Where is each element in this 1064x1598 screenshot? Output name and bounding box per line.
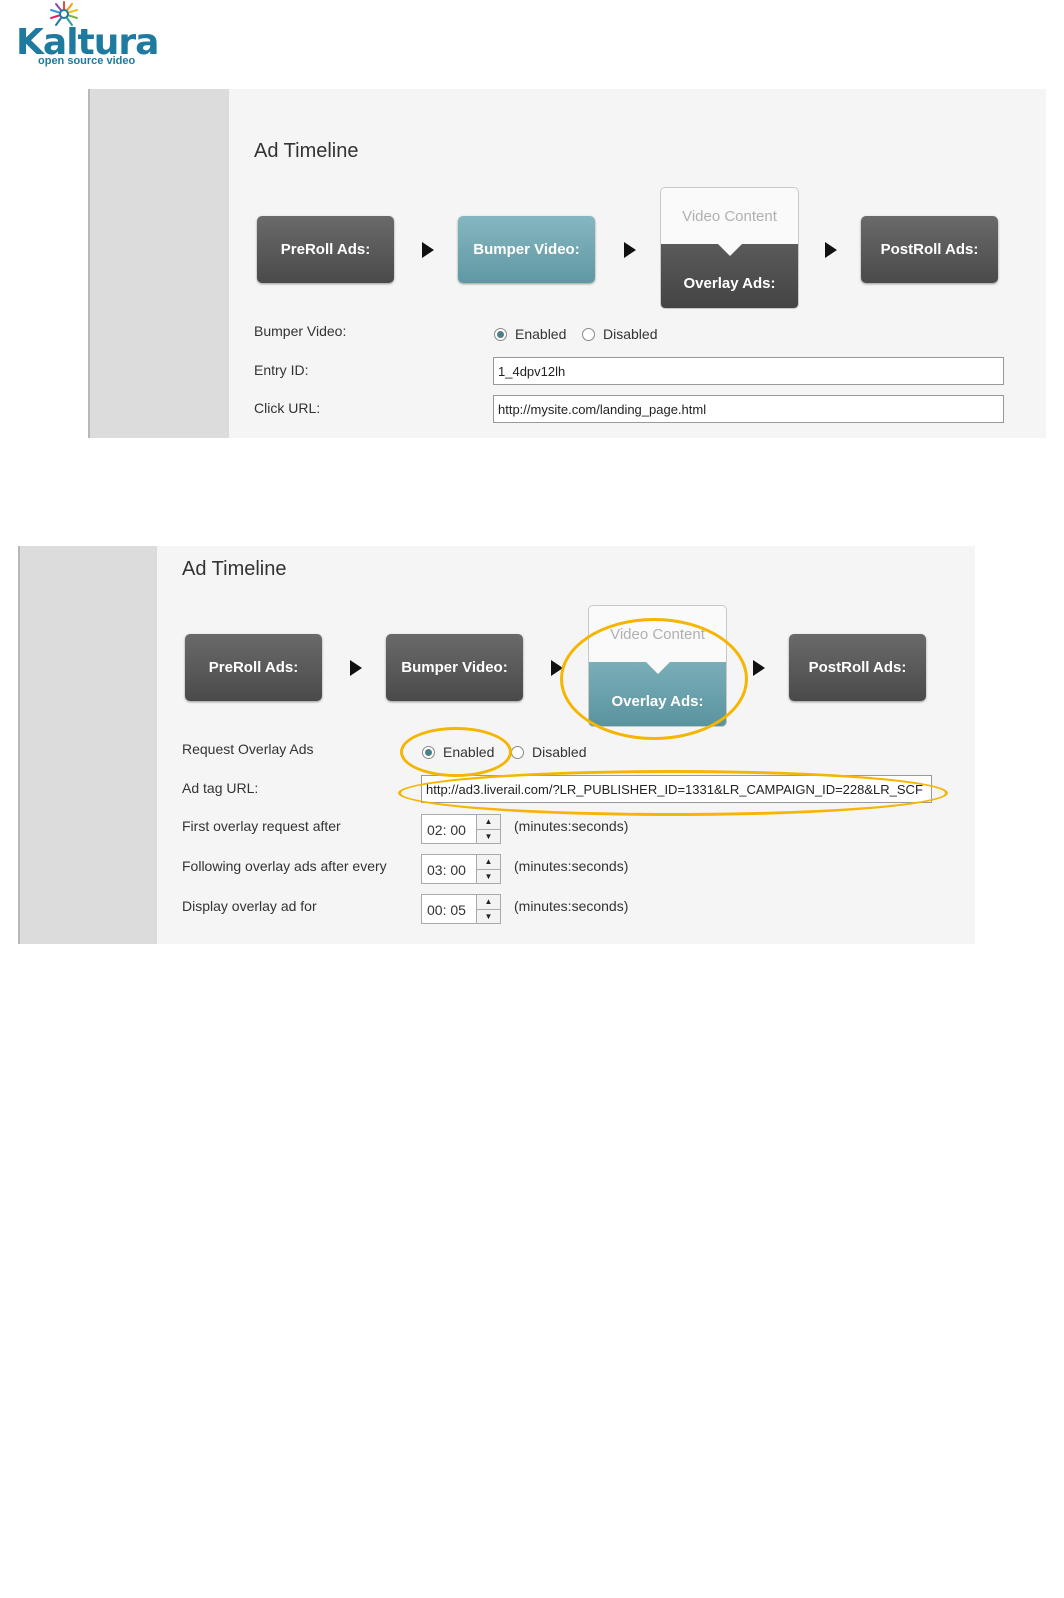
bumper-video-label: Bumper Video: (254, 323, 347, 339)
video-content-label: Video Content (610, 626, 705, 643)
preroll-ads-box[interactable]: PreRoll Ads: (185, 634, 322, 701)
panel-heading: Ad Timeline (182, 558, 287, 580)
first-overlay-label: First overlay request after (182, 818, 341, 834)
radio-label: Disabled (603, 326, 658, 342)
display-overlay-label: Display overlay ad for (182, 898, 317, 914)
stepper-down-icon[interactable]: ▼ (477, 828, 500, 844)
radio-unselected-icon (511, 745, 524, 759)
kaltura-logo: Kaltura open source video (14, 0, 159, 72)
unit-label: (minutes:seconds) (514, 858, 629, 874)
bumper-disabled-radio[interactable]: Disabled (582, 326, 657, 342)
radio-label: Enabled (443, 744, 495, 760)
stepper-up-icon[interactable]: ▲ (477, 855, 500, 869)
following-overlay-label: Following overlay ads after every (182, 858, 387, 874)
postroll-ads-box[interactable]: PostRoll Ads: (861, 216, 998, 283)
ad-tag-url-field[interactable]: http://ad3.liverail.com/?LR_PUBLISHER_ID… (421, 775, 932, 803)
unit-label: (minutes:seconds) (514, 818, 629, 834)
notch-icon (645, 662, 670, 674)
preroll-ads-box[interactable]: PreRoll Ads: (257, 216, 394, 283)
request-overlay-label: Request Overlay Ads (182, 741, 314, 757)
arrow-right-icon (350, 660, 362, 676)
stepper-value[interactable]: 00: 05 (421, 894, 477, 924)
stepper-value[interactable]: 02: 00 (421, 814, 477, 844)
video-content-group[interactable]: Video Content Overlay Ads: (588, 605, 727, 727)
arrow-right-icon (753, 660, 765, 676)
radio-label: Enabled (515, 326, 567, 342)
stepper-down-icon[interactable]: ▼ (477, 908, 500, 924)
notch-icon (717, 244, 742, 256)
panel-heading: Ad Timeline (254, 140, 359, 162)
radio-selected-icon (494, 327, 507, 341)
ad-timeline-panel-overlay: Ad Timeline PreRoll Ads: Bumper Video: V… (18, 546, 975, 944)
stepper-value[interactable]: 03: 00 (421, 854, 477, 884)
display-overlay-stepper[interactable]: 00: 05 ▲ ▼ (421, 894, 501, 924)
logo-tagline: open source video (38, 55, 136, 67)
arrow-right-icon (825, 242, 837, 258)
following-overlay-stepper[interactable]: 03: 00 ▲ ▼ (421, 854, 501, 884)
radio-unselected-icon (582, 327, 595, 341)
radio-label: Disabled (532, 744, 587, 760)
first-overlay-stepper[interactable]: 02: 00 ▲ ▼ (421, 814, 501, 844)
ad-tag-url-label: Ad tag URL: (182, 780, 259, 796)
ad-timeline-panel-bumper: Ad Timeline PreRoll Ads: Bumper Video: V… (88, 89, 1046, 438)
radio-selected-icon (422, 745, 435, 759)
stepper-up-icon[interactable]: ▲ (477, 815, 500, 829)
sidebar (20, 546, 157, 944)
click-url-field[interactable]: http://mysite.com/landing_page.html (493, 395, 1004, 423)
entry-id-field[interactable]: 1_4dpv12lh (493, 357, 1004, 385)
entry-id-label: Entry ID: (254, 362, 309, 378)
overlay-disabled-radio[interactable]: Disabled (511, 744, 586, 760)
postroll-ads-box[interactable]: PostRoll Ads: (789, 634, 926, 701)
stepper-up-icon[interactable]: ▲ (477, 895, 500, 909)
arrow-right-icon (422, 242, 434, 258)
video-content-label: Video Content (682, 208, 777, 225)
unit-label: (minutes:seconds) (514, 898, 629, 914)
bumper-video-box[interactable]: Bumper Video: (386, 634, 523, 701)
click-url-label: Click URL: (254, 400, 321, 416)
arrow-right-icon (551, 660, 563, 676)
stepper-down-icon[interactable]: ▼ (477, 868, 500, 884)
bumper-enabled-radio[interactable]: Enabled (494, 326, 566, 342)
bumper-video-box[interactable]: Bumper Video: (458, 216, 595, 283)
arrow-right-icon (624, 242, 636, 258)
video-content-group[interactable]: Video Content Overlay Ads: (660, 187, 799, 309)
overlay-enabled-radio[interactable]: Enabled (422, 744, 494, 760)
sidebar (90, 89, 229, 438)
